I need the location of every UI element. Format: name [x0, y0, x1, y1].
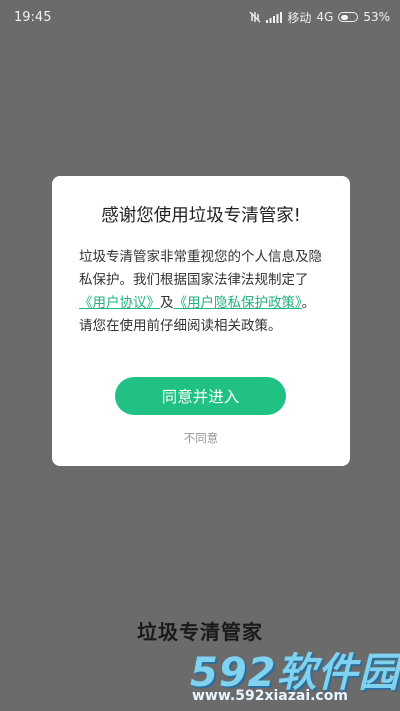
battery-percent: 53% [363, 10, 390, 24]
status-time: 19:45 [14, 9, 52, 25]
carrier-label: 移动 [287, 10, 312, 25]
privacy-dialog: 感谢您使用垃圾专清管家! 垃圾专清管家非常重视您的个人信息及隐私保护。我们根据国… [52, 176, 350, 466]
body-text-intro: 垃圾专清管家非常重视您的个人信息及隐私保护。我们根据国家法律法规制定了 [79, 249, 322, 288]
watermark-url: www.592xiazai.com [192, 688, 348, 704]
agree-and-enter-button[interactable]: 同意并进入 [115, 377, 286, 415]
mute-vibrate-icon [249, 11, 261, 23]
body-text-and: 及 [160, 295, 174, 311]
status-icons: 移动 4G 53% [249, 9, 390, 26]
signal-icon [266, 11, 283, 23]
status-bar: 19:45 移动 4G 53% [0, 0, 400, 34]
dialog-body-text: 垃圾专清管家非常重视您的个人信息及隐私保护。我们根据国家法律法规制定了《用户协议… [79, 246, 327, 338]
network-type-label: 4G [316, 10, 334, 24]
disagree-button[interactable]: 不同意 [52, 430, 350, 446]
user-agreement-link[interactable]: 《用户协议》 [79, 295, 160, 311]
privacy-policy-link[interactable]: 《用户隐私保护政策》 [174, 295, 302, 311]
battery-icon [338, 12, 359, 22]
site-watermark: 592软件园 www.592xiazai.com [190, 638, 399, 708]
battery-fill [340, 14, 349, 20]
dialog-title: 感谢您使用垃圾专清管家! [101, 206, 301, 226]
